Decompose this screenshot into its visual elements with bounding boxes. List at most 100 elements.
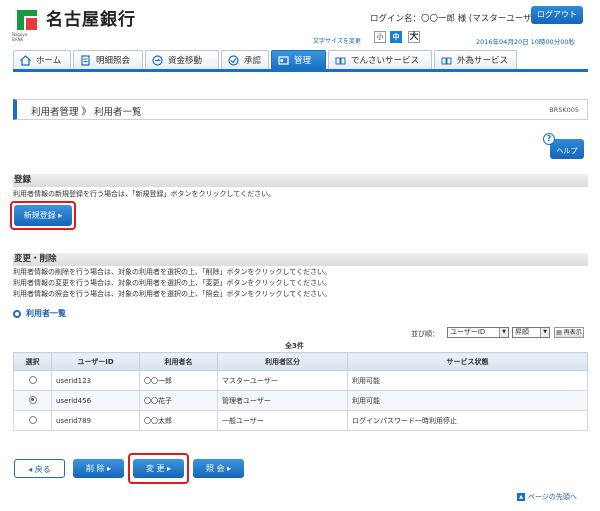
tab-approval-label: 承認 xyxy=(244,56,262,66)
transfer-icon xyxy=(152,54,163,66)
inquiry-label: 照 会 xyxy=(205,464,225,473)
page-top-link[interactable]: ▲ ページの先頭へ xyxy=(517,492,577,502)
back-label: 戻る xyxy=(34,465,51,474)
row-radio[interactable] xyxy=(28,415,37,424)
bank-logo[interactable]: 名古屋銀行 xyxy=(14,7,136,33)
tab-home-label: ホーム xyxy=(36,56,62,66)
bank-logo-icon xyxy=(14,7,40,33)
home-icon xyxy=(20,54,31,66)
chevron-down-icon: ▼ xyxy=(540,328,549,337)
sort-label: 並び順： xyxy=(411,330,439,338)
tab-statement[interactable]: 明細照会 xyxy=(73,50,143,69)
login-name: ログイン名：〇〇一郎 様 (マスターユーザー) xyxy=(370,14,544,24)
chevron-right-icon: ▸ xyxy=(107,464,112,473)
col-user-id: ユーザーID xyxy=(51,352,140,371)
row-user-name: 〇〇一郎 xyxy=(139,370,218,391)
sort-order-value: 昇順 xyxy=(515,328,529,336)
col-user-name: 利用者名 xyxy=(139,352,218,371)
fontsize-large-button[interactable]: 大 xyxy=(408,31,420,43)
tab-densai[interactable]: でんさいサービス xyxy=(328,50,432,69)
tab-approval[interactable]: 承認 xyxy=(221,50,269,69)
row-user-name: 〇〇花子 xyxy=(139,390,218,411)
row-user-id: userid789 xyxy=(51,410,140,431)
tab-foreign-exchange-label: 外為サービス xyxy=(457,56,509,66)
redisplay-button[interactable]: ▤ 再表示 xyxy=(554,327,584,338)
tab-densai-label: でんさいサービス xyxy=(351,56,420,66)
densai-icon xyxy=(335,55,346,66)
chevron-right-icon: ▸ xyxy=(227,464,232,473)
user-table: 選択 ユーザーID 利用者名 利用者区分 サービス状態 userid123 〇〇… xyxy=(13,352,588,431)
bank-sub-text: Nagoya BANK xyxy=(12,32,27,42)
delete-label: 削 除 xyxy=(85,464,105,473)
table-header-row: 選択 ユーザーID 利用者名 利用者区分 サービス状態 xyxy=(13,352,588,371)
row-select-cell[interactable] xyxy=(13,370,52,391)
col-user-type: 利用者区分 xyxy=(217,352,348,371)
header: 名古屋銀行 Nagoya BANK ログイン名：〇〇一郎 様 (マスターユーザー… xyxy=(0,0,600,48)
help-question-icon[interactable]: ? xyxy=(543,133,555,145)
tab-statement-label: 明細照会 xyxy=(96,56,131,66)
chevron-right-icon: ▸ xyxy=(58,211,63,220)
user-list-link[interactable]: 利用者一覧 xyxy=(13,308,66,319)
table-row[interactable]: userid123 〇〇一郎 マスターユーザー 利用可能 xyxy=(13,370,588,391)
document-icon xyxy=(80,54,91,66)
row-service-status: 利用可能 xyxy=(347,390,588,411)
tab-foreign-exchange[interactable]: 外為サービス xyxy=(434,50,517,69)
row-user-name: 〇〇太郎 xyxy=(139,410,218,431)
help-button[interactable]: ヘルプ xyxy=(550,139,584,159)
sort-key-value: ユーザーID xyxy=(450,328,486,336)
datetime: 2016年04月20日 10時00分00秒 xyxy=(476,38,575,46)
row-user-id: userid456 xyxy=(51,390,140,411)
row-user-id: userid123 xyxy=(51,370,140,391)
tab-home[interactable]: ホーム xyxy=(13,50,71,69)
page-title-box: 利用者管理 》 利用者一覧 BRSK005 xyxy=(13,99,588,120)
row-radio[interactable] xyxy=(28,375,37,384)
check-circle-icon xyxy=(228,54,239,66)
modify-heading: 変更・削除 xyxy=(13,253,588,266)
management-icon xyxy=(278,55,289,66)
new-register-label: 新規登録 xyxy=(23,211,56,220)
col-select: 選択 xyxy=(13,352,52,371)
page-top-label: ページの先頭へ xyxy=(528,493,577,501)
tab-management[interactable]: 管理 xyxy=(271,50,326,69)
delete-button[interactable]: 削 除 ▸ xyxy=(73,459,124,478)
fontsize-small-button[interactable]: 小 xyxy=(374,31,386,43)
change-button[interactable]: 変 更 ▸ xyxy=(133,459,184,478)
logout-button[interactable]: ログアウト xyxy=(531,6,583,24)
user-list-label: 利用者一覧 xyxy=(26,309,66,318)
row-service-status: ログインパスワード一時利用停止 xyxy=(347,410,588,431)
table-row[interactable]: userid456 〇〇花子 管理者ユーザー 利用可能 xyxy=(13,390,588,411)
sort-key-select[interactable]: ユーザーID ▼ xyxy=(447,327,509,338)
register-description: 利用者情報の新規登録を行う場合は、「新規登録」ボタンをクリックしてください。 xyxy=(13,190,276,198)
tab-transfer-label: 資金移動 xyxy=(168,56,203,66)
tab-transfer[interactable]: 資金移動 xyxy=(145,50,219,69)
redisplay-icon: ▤ xyxy=(556,329,562,336)
bank-sub-line2: BANK xyxy=(12,37,24,42)
inquiry-button[interactable]: 照 会 ▸ xyxy=(193,459,244,478)
main-nav: ホーム 明細照会 資金移動 承認 管理 でんさいサービス 外為サービス xyxy=(13,50,588,72)
back-button[interactable]: ◂ 戻る xyxy=(14,459,65,478)
total-count: 全3件 xyxy=(285,342,304,350)
row-user-type: 管理者ユーザー xyxy=(217,390,348,411)
page-title: 利用者管理 》 利用者一覧 xyxy=(31,107,142,118)
chevron-down-icon: ▼ xyxy=(499,328,508,337)
tab-management-label: 管理 xyxy=(294,56,312,66)
row-radio[interactable] xyxy=(28,395,37,404)
sort-order-select[interactable]: 昇順 ▼ xyxy=(512,327,550,338)
row-select-cell[interactable] xyxy=(13,390,52,411)
foreign-exchange-icon xyxy=(441,55,452,66)
row-user-type: マスターユーザー xyxy=(217,370,348,391)
fontsize-mid-button[interactable]: 中 xyxy=(390,31,402,43)
modify-desc-delete: 利用者情報の削除を行う場合は、対象の利用者を選択の上、「削除」ボタンをクリックし… xyxy=(13,268,332,276)
row-select-cell[interactable] xyxy=(13,410,52,431)
row-user-type: 一般ユーザー xyxy=(217,410,348,431)
list-bullet-icon xyxy=(13,309,21,318)
col-service-status: サービス状態 xyxy=(347,352,588,371)
register-heading: 登録 xyxy=(13,174,588,187)
new-register-button[interactable]: 新規登録 ▸ xyxy=(14,205,72,226)
modify-desc-inquiry: 利用者情報の照会を行う場合は、対象の利用者を選択の上、「照会」ボタンをクリックし… xyxy=(13,290,332,298)
modify-desc-change: 利用者情報の変更を行う場合は、対象の利用者を選択の上、「変更」ボタンをクリックし… xyxy=(13,279,332,287)
table-row[interactable]: userid789 〇〇太郎 一般ユーザー ログインパスワード一時利用停止 xyxy=(13,410,588,431)
redisplay-label: 再表示 xyxy=(563,329,582,336)
row-service-status: 利用可能 xyxy=(347,370,588,391)
change-label: 変 更 xyxy=(145,464,165,473)
